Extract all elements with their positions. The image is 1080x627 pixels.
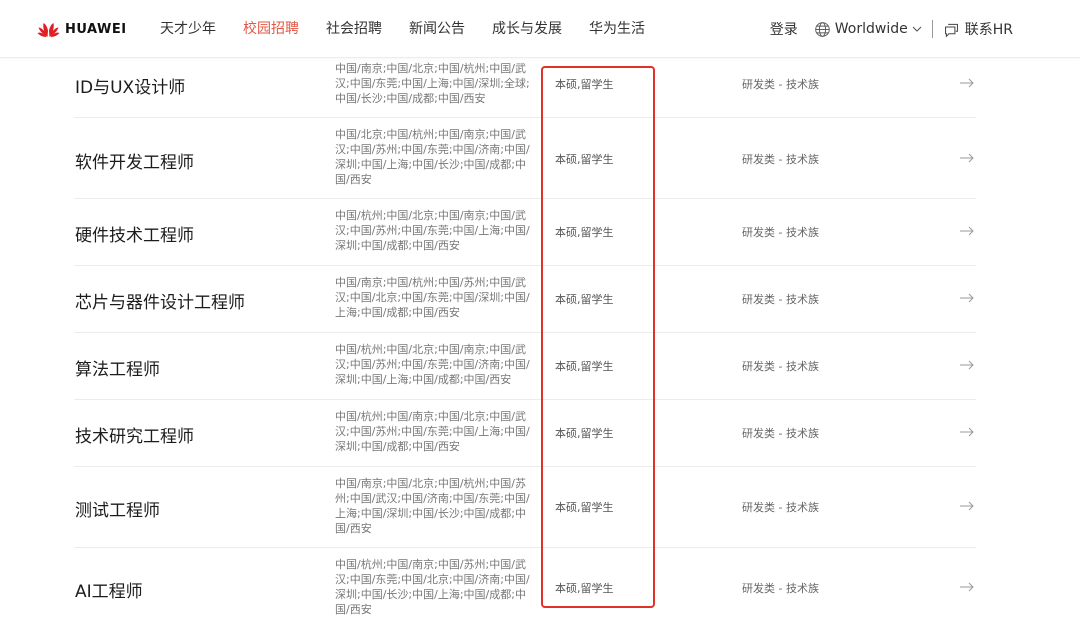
arrow-right-icon[interactable] bbox=[960, 226, 974, 236]
main-nav: 天才少年 校园招聘 社会招聘 新闻公告 成长与发展 华为生活 bbox=[160, 20, 672, 38]
contact-hr-label: 联系HR bbox=[964, 22, 1013, 38]
job-locations: 中国/北京;中国/杭州;中国/南京;中国/武汉;中国/苏州;中国/东莞;中国/济… bbox=[335, 128, 530, 186]
job-degree: 本硕,留学生 bbox=[555, 293, 614, 306]
arrow-right-icon[interactable] bbox=[960, 582, 974, 592]
huawei-logo[interactable]: HUAWEI bbox=[37, 19, 127, 39]
job-degree: 本硕,留学生 bbox=[555, 501, 614, 514]
job-degree: 本硕,留学生 bbox=[555, 78, 614, 91]
nav-item-genius-youth[interactable]: 天才少年 bbox=[160, 20, 216, 38]
nav-item-social-recruitment[interactable]: 社会招聘 bbox=[326, 20, 382, 38]
job-title[interactable]: ID与UX设计师 bbox=[75, 73, 185, 98]
job-locations: 中国/杭州;中国/南京;中国/苏州;中国/武汉;中国/东莞;中国/北京;中国/济… bbox=[335, 558, 530, 616]
job-title[interactable]: 软件开发工程师 bbox=[75, 148, 194, 173]
job-list: ID与UX设计师 中国/南京;中国/北京;中国/杭州;中国/武汉;中国/东莞;中… bbox=[74, 58, 976, 627]
job-locations: 中国/南京;中国/北京;中国/杭州;中国/苏州;中国/武汉;中国/济南;中国/东… bbox=[335, 477, 530, 535]
arrow-right-icon[interactable] bbox=[960, 153, 974, 163]
job-degree: 本硕,留学生 bbox=[555, 360, 614, 373]
job-degree: 本硕,留学生 bbox=[555, 226, 614, 239]
job-category: 研发类 - 技术族 bbox=[742, 501, 819, 514]
region-selector[interactable]: Worldwide bbox=[814, 21, 922, 38]
job-row[interactable]: 硬件技术工程师 中国/杭州;中国/北京;中国/南京;中国/武汉;中国/苏州;中国… bbox=[74, 199, 976, 266]
chat-icon bbox=[944, 23, 958, 38]
header-divider bbox=[931, 20, 933, 38]
nav-item-growth[interactable]: 成长与发展 bbox=[492, 20, 562, 38]
job-degree: 本硕,留学生 bbox=[555, 427, 614, 440]
job-category: 研发类 - 技术族 bbox=[742, 226, 819, 239]
arrow-right-icon[interactable] bbox=[960, 293, 974, 303]
job-row[interactable]: 算法工程师 中国/杭州;中国/北京;中国/南京;中国/武汉;中国/苏州;中国/东… bbox=[74, 333, 976, 400]
job-category: 研发类 - 技术族 bbox=[742, 427, 819, 440]
arrow-right-icon[interactable] bbox=[960, 78, 974, 88]
contact-hr-link[interactable]: 联系HR bbox=[943, 19, 1013, 39]
job-row[interactable]: 芯片与器件设计工程师 中国/南京;中国/杭州;中国/苏州;中国/武汉;中国/北京… bbox=[74, 266, 976, 333]
job-locations: 中国/南京;中国/北京;中国/杭州;中国/武汉;中国/东莞;中国/上海;中国/深… bbox=[335, 62, 530, 105]
logo-text: HUAWEI bbox=[65, 21, 127, 37]
job-row[interactable]: 测试工程师 中国/南京;中国/北京;中国/杭州;中国/苏州;中国/武汉;中国/济… bbox=[74, 467, 976, 548]
arrow-right-icon[interactable] bbox=[960, 427, 974, 437]
job-row[interactable]: AI工程师 中国/杭州;中国/南京;中国/苏州;中国/武汉;中国/东莞;中国/北… bbox=[74, 548, 976, 627]
job-title[interactable]: 技术研究工程师 bbox=[75, 422, 194, 447]
job-category: 研发类 - 技术族 bbox=[742, 582, 819, 595]
login-link[interactable]: 登录 bbox=[770, 19, 798, 39]
arrow-right-icon[interactable] bbox=[960, 360, 974, 370]
job-title[interactable]: 硬件技术工程师 bbox=[75, 221, 194, 246]
arrow-right-icon[interactable] bbox=[960, 501, 974, 511]
nav-item-news[interactable]: 新闻公告 bbox=[409, 20, 465, 38]
job-category: 研发类 - 技术族 bbox=[742, 153, 819, 166]
job-category: 研发类 - 技术族 bbox=[742, 293, 819, 306]
job-title[interactable]: 测试工程师 bbox=[75, 496, 160, 521]
job-title[interactable]: AI工程师 bbox=[75, 577, 143, 602]
job-row[interactable]: 技术研究工程师 中国/杭州;中国/南京;中国/北京;中国/武汉;中国/苏州;中国… bbox=[74, 400, 976, 467]
job-title[interactable]: 芯片与器件设计工程师 bbox=[75, 288, 245, 313]
job-locations: 中国/南京;中国/杭州;中国/苏州;中国/武汉;中国/北京;中国/东莞;中国/深… bbox=[335, 276, 530, 319]
job-locations: 中国/杭州;中国/南京;中国/北京;中国/武汉;中国/苏州;中国/东莞;中国/上… bbox=[335, 410, 530, 453]
nav-item-huawei-life[interactable]: 华为生活 bbox=[589, 20, 645, 38]
job-locations: 中国/杭州;中国/北京;中国/南京;中国/武汉;中国/苏州;中国/东莞;中国/上… bbox=[335, 209, 530, 252]
job-degree: 本硕,留学生 bbox=[555, 582, 614, 595]
top-header: HUAWEI 天才少年 校园招聘 社会招聘 新闻公告 成长与发展 华为生活 登录… bbox=[0, 0, 1080, 58]
job-title[interactable]: 算法工程师 bbox=[75, 355, 160, 380]
job-category: 研发类 - 技术族 bbox=[742, 78, 819, 91]
globe-icon bbox=[814, 21, 830, 37]
nav-item-campus-recruitment[interactable]: 校园招聘 bbox=[243, 20, 299, 38]
job-locations: 中国/杭州;中国/北京;中国/南京;中国/武汉;中国/苏州;中国/东莞;中国/济… bbox=[335, 343, 530, 386]
job-degree: 本硕,留学生 bbox=[555, 153, 614, 166]
job-row[interactable]: 软件开发工程师 中国/北京;中国/杭州;中国/南京;中国/武汉;中国/苏州;中国… bbox=[74, 118, 976, 199]
job-category: 研发类 - 技术族 bbox=[742, 360, 819, 373]
huawei-flower-icon bbox=[37, 23, 60, 37]
job-row[interactable]: ID与UX设计师 中国/南京;中国/北京;中国/杭州;中国/武汉;中国/东莞;中… bbox=[74, 58, 976, 118]
region-label: Worldwide bbox=[834, 21, 908, 37]
header-actions: 登录 Worldwide 联系HR bbox=[770, 19, 1013, 39]
chevron-down-icon bbox=[912, 26, 922, 32]
